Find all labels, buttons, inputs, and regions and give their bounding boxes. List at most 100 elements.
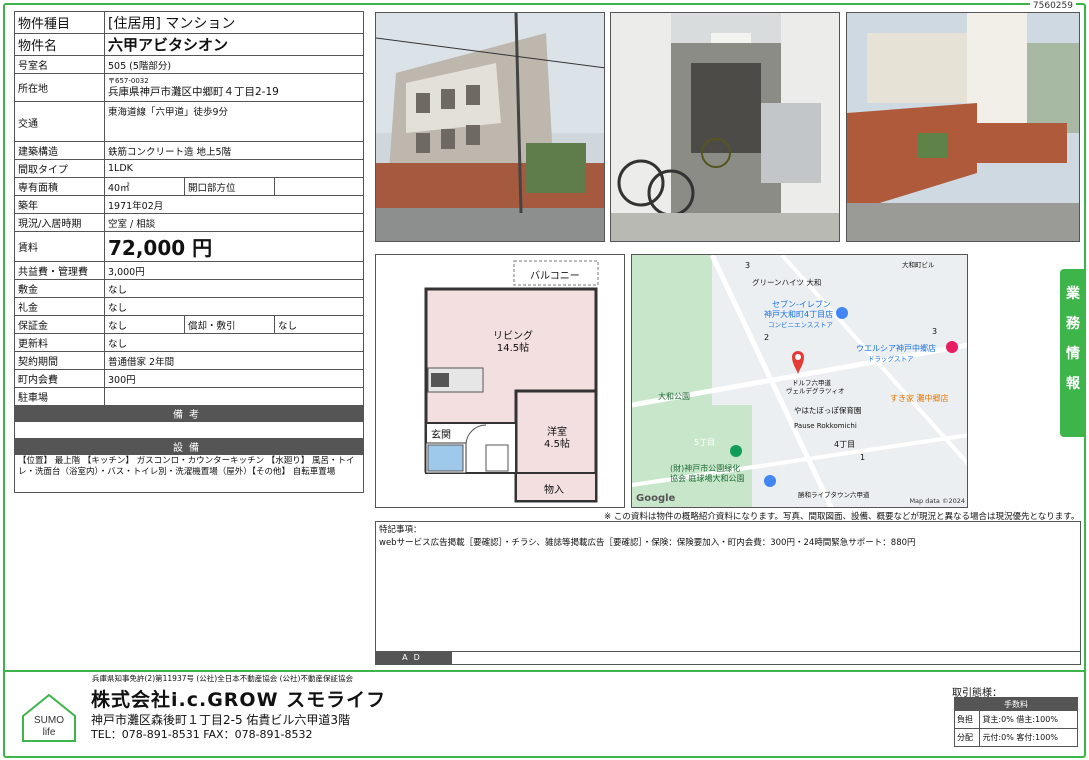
property-name: 六甲アビタシオン [103, 33, 365, 56]
address-label: 所在地 [14, 73, 105, 102]
map-label-yamato-bldg: 大和町ビル [902, 261, 935, 269]
structure-label: 建築構造 [14, 141, 105, 160]
map-label-5chome: 5丁目 [694, 438, 716, 447]
status-value: 空室 / 相談 [103, 213, 365, 232]
special-notes-body: webサービス広告掲載［要確認］・チラシ、雑誌等掲載広告［要確認］・保険：保険要… [379, 538, 916, 548]
living-size: 14.5帖 [496, 343, 530, 354]
special-notes-title: 特記事項： [379, 525, 422, 535]
document-id: 7560259 [1029, 1, 1076, 11]
balcony-label: バルコニー [530, 271, 580, 282]
company-name: 株式会社i.c.GROW スモライフ [91, 689, 387, 711]
contract-label: 契約期間 [14, 351, 105, 370]
google-logo: Google [636, 493, 676, 504]
town-fee-label: 町内会費 [14, 369, 105, 388]
zip-code: 〒657-0032 [108, 77, 149, 85]
map-label-sukiya: すき家 灘中郷店 [890, 394, 949, 403]
map-label-pause: Pause Rokkomichi [794, 422, 857, 430]
license-text: 兵庫県知事免許(2)第11937号 (公社)全日本不動産協会 (公社)不動産保証… [92, 674, 353, 683]
map-label-tennis-court: 協会 庭球場大和公園 [670, 474, 745, 483]
area-value: 40㎡ [104, 177, 185, 196]
rent-label: 賃料 [14, 231, 105, 262]
map-attribution: Map data ©2024 [909, 497, 965, 505]
address-cell: 〒657-0032 兵庫県神戸市灘区中郷町４丁目2-19 [103, 73, 365, 102]
map-label-nursery: やはたぼっぽ保育園 [794, 406, 862, 415]
type-label: 物件種目 [14, 11, 105, 34]
fee-row-label: 負担 [953, 710, 981, 729]
side-tab-char-3: 情 [1066, 346, 1080, 362]
address-value: 兵庫県神戸市灘区中郷町４丁目2-19 [108, 86, 279, 98]
built-value: 1971年02月 [103, 195, 365, 214]
structure-value: 鉄筋コンクリート造 地上5階 [103, 141, 365, 160]
status-label: 現況/入居時期 [14, 213, 105, 232]
company-logo: SUMO life [20, 692, 78, 744]
opening-label: 開口部方位 [184, 177, 275, 196]
deposit-value: なし [103, 279, 365, 298]
amort-value: なし [273, 315, 365, 334]
parking-label: 駐車場 [14, 387, 105, 406]
map-number-4: 1 [860, 453, 866, 462]
guarantee-value: なし [104, 315, 185, 334]
map-label-convenience: コンビニエンスストア [768, 321, 833, 329]
guarantee-label: 保証金 [14, 315, 105, 334]
fee-header: 手数料 [954, 697, 1078, 711]
keymoney-value: なし [103, 297, 365, 316]
entrance-photo [610, 12, 840, 242]
opening-value [273, 177, 365, 196]
map-number-1: 3 [745, 261, 751, 270]
layout-value: 1LDK [103, 159, 365, 178]
side-tab-char-1: 業 [1066, 286, 1080, 302]
map-label-drugstore: ドラッグストア [868, 355, 914, 363]
fee-table: 手数料 負担 貸主:0% 借主:100% 分配 元付:0% 客付:100% [953, 697, 1078, 747]
map-label-verde: ヴェルデグラツィオ [786, 387, 845, 395]
map-label-4chome: 4丁目 [834, 440, 856, 449]
map-number-3: 3 [932, 327, 938, 336]
map-number-2: 2 [764, 333, 770, 342]
building-photo [375, 12, 605, 242]
property-table: 物件種目 [住居用] マンション 物件名 六甲アビタシオン 号室名 505 (5階部分… [13, 11, 365, 493]
room-label: 号室名 [14, 55, 105, 74]
map-label-yamato-park: 大和公園 [658, 392, 690, 401]
company-tel: TEL：078-891-8531 FAX：078-891-8532 [91, 728, 313, 741]
footer-divider [5, 670, 1084, 672]
keymoney-label: 礼金 [14, 297, 105, 316]
name-label: 物件名 [14, 33, 105, 56]
side-tab-char-4: 報 [1066, 376, 1080, 392]
equipment-text: 【位置】 最上階 【キッチン】 ガスコンロ・カウンターキッチン 【水廻り】 風呂… [13, 454, 365, 493]
western-room-size: 4.5帖 [544, 439, 570, 450]
floor-plan: バルコニー リビング 14.5帖 洋室 4.5帖 玄関 物入 [375, 254, 625, 508]
layout-label: 間取タイプ [14, 159, 105, 178]
exterior-photo [846, 12, 1080, 242]
fee-row-value: 元付:0% 客付:100% [979, 728, 1078, 747]
rent-value: 72,000 円 [103, 231, 365, 262]
renewal-label: 更新料 [14, 333, 105, 352]
remarks-value [13, 421, 365, 439]
contract-value: 普通借家 2年間 [103, 351, 365, 370]
town-fee-value: 300円 [103, 369, 365, 388]
traffic-value: 東海道線「六甲道」徒歩9分 [103, 101, 365, 142]
map-label-green-heights: グリーンハイツ 大和 [752, 278, 822, 287]
fee-row-label: 分配 [953, 728, 981, 747]
side-tab: 業 務 情 報 [1060, 269, 1086, 437]
equipment-header: 設備 [13, 438, 365, 455]
storage-label: 物入 [544, 485, 564, 496]
entrance-label: 玄関 [431, 430, 451, 441]
built-label: 築年 [14, 195, 105, 214]
mgmt-label: 共益費・管理費 [14, 261, 105, 280]
room-value: 505 (5階部分) [103, 55, 365, 74]
svg-text:life: life [43, 727, 56, 738]
traffic-label: 交通 [14, 101, 105, 142]
deposit-label: 敷金 [14, 279, 105, 298]
renewal-value: なし [103, 333, 365, 352]
amort-label: 償却・敷引 [184, 315, 275, 334]
fee-row-value: 貸主:0% 借主:100% [979, 710, 1078, 729]
area-label: 専有面積 [14, 177, 105, 196]
svg-text:SUMO: SUMO [34, 715, 64, 726]
ad-label: AD [376, 652, 452, 664]
parking-value [103, 387, 365, 406]
remarks-header: 備考 [13, 405, 365, 422]
location-map: 3 2 3 1 グリーンハイツ 大和 セブン-イレブン 神戸大和町4丁目店 コン… [631, 254, 968, 508]
map-label-livetown: 勝和ライブタウン六甲道 [798, 491, 870, 499]
mgmt-value: 3,000円 [103, 261, 365, 280]
type-value: [住居用] マンション [103, 11, 365, 34]
special-notes: 特記事項： webサービス広告掲載［要確認］・チラシ、雑誌等掲載広告［要確認］・… [375, 521, 1081, 665]
